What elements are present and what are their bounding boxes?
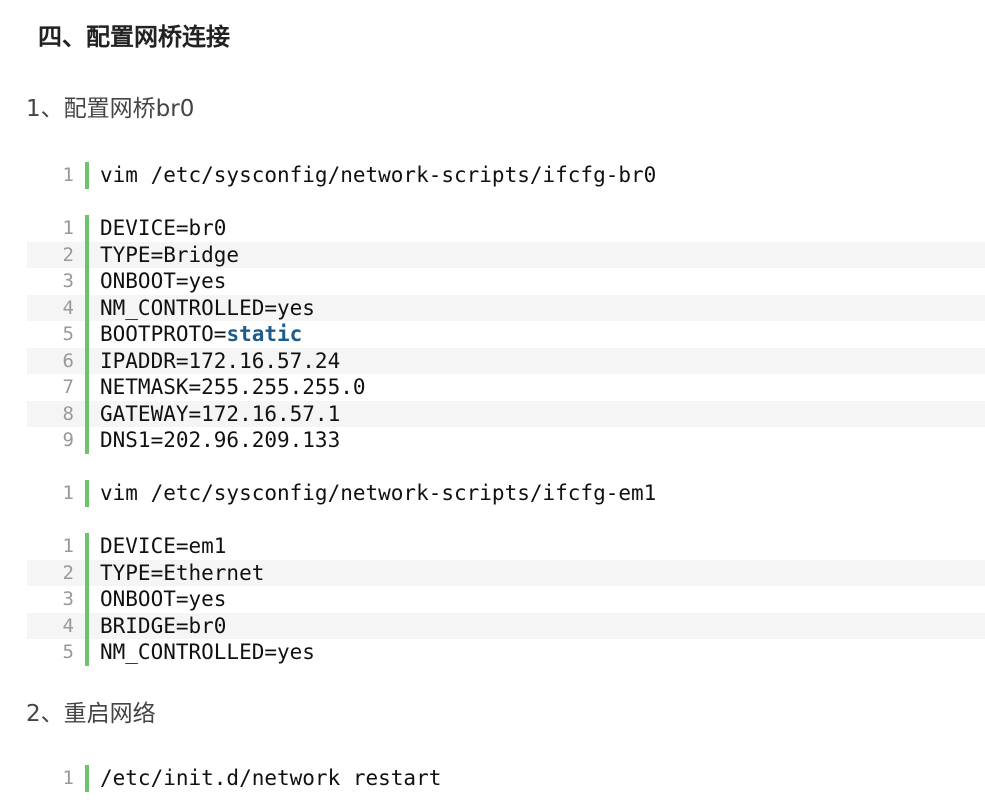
code-plain-text: NM_CONTROLLED=yes <box>100 295 315 320</box>
code-block-vim-br0: 1 vim /etc/sysconfig/network-scripts/ifcf… <box>27 162 985 189</box>
code-line: 9 DNS1=202.96.209.133 <box>27 427 985 454</box>
code-text: /etc/init.d/network restart <box>100 765 985 792</box>
code-text: GATEWAY=172.16.57.1 <box>100 401 985 428</box>
line-number: 1 <box>62 164 74 186</box>
code-plain-text: NETMASK=255.255.255.0 <box>100 375 366 399</box>
code-line: 7 NETMASK=255.255.255.0 <box>27 374 985 401</box>
code-block-vim-em1: 1 vim /etc/sysconfig/network-scripts/ifcf… <box>27 480 985 507</box>
line-number: 2 <box>62 243 74 266</box>
code-plain-text: NM_CONTROLLED=yes <box>100 640 315 664</box>
code-gutter-bar <box>85 374 89 401</box>
line-number: 4 <box>62 296 74 319</box>
line-number: 5 <box>62 323 74 345</box>
code-text: IPADDR=172.16.57.24 <box>100 348 985 375</box>
code-text: DNS1=202.96.209.133 <box>100 427 985 454</box>
line-number: 6 <box>62 349 74 372</box>
code-line: 3 ONBOOT=yes <box>27 586 985 613</box>
code-text: vim /etc/sysconfig/network-scripts/ifcfg… <box>100 162 985 189</box>
code-plain-text: ONBOOT=yes <box>100 269 227 293</box>
code-line: 3 ONBOOT=yes <box>27 268 985 295</box>
line-number: 5 <box>62 641 74 663</box>
code-plain-text: BOOTPROTO= <box>100 322 227 346</box>
code-gutter-bar <box>85 480 89 507</box>
code-plain-text: BRIDGE=br0 <box>100 613 227 638</box>
code-text: TYPE=Bridge <box>100 242 985 269</box>
code-line: 4 BRIDGE=br0 <box>27 612 985 640</box>
line-number: 7 <box>62 376 74 398</box>
code-gutter-bar <box>85 533 89 560</box>
code-gutter-bar <box>85 586 89 613</box>
line-number: 1 <box>62 535 74 557</box>
code-plain-text: DEVICE=br0 <box>100 216 227 240</box>
code-plain-text: TYPE=Ethernet <box>100 560 265 585</box>
code-gutter-bar <box>85 268 89 295</box>
code-gutter-bar <box>85 294 89 321</box>
code-gutter-bar <box>85 347 89 374</box>
code-plain-text: TYPE=Bridge <box>100 242 240 267</box>
code-line: 6 IPADDR=172.16.57.24 <box>27 347 985 375</box>
code-text: ONBOOT=yes <box>100 586 985 613</box>
code-keyword: static <box>226 322 303 346</box>
code-line: 2 TYPE=Ethernet <box>27 559 985 587</box>
code-text: NM_CONTROLLED=yes <box>100 295 985 322</box>
code-line: 5 NM_CONTROLLED=yes <box>27 639 985 666</box>
code-text: ONBOOT=yes <box>100 268 985 295</box>
line-number: 3 <box>62 270 74 292</box>
code-gutter-bar <box>85 765 89 792</box>
code-plain-text: /etc/init.d/network restart <box>100 766 442 790</box>
code-line: 2 TYPE=Bridge <box>27 241 985 269</box>
line-number: 9 <box>62 429 74 451</box>
code-gutter-bar <box>85 321 89 348</box>
line-number: 3 <box>62 588 74 610</box>
code-block-br0-config: 1 DEVICE=br0 2 TYPE=Bridge 3 ONBOOT=yes 4 NM_CO… <box>27 215 985 454</box>
code-text: DEVICE=em1 <box>100 533 985 560</box>
code-plain-text: ONBOOT=yes <box>100 587 227 611</box>
code-line: 5 BOOTPROTO=static <box>27 321 985 348</box>
code-line: 1 DEVICE=br0 <box>27 215 985 242</box>
code-line: 8 GATEWAY=172.16.57.1 <box>27 400 985 428</box>
line-number: 1 <box>62 767 74 789</box>
code-block-em1-config: 1 DEVICE=em1 2 TYPE=Ethernet 3 ONBOOT=yes 4 BRI… <box>27 533 985 666</box>
code-line: 1/etc/init.d/network restart <box>27 765 985 792</box>
line-number: 4 <box>62 614 74 637</box>
line-number: 8 <box>62 402 74 425</box>
code-text: NETMASK=255.255.255.0 <box>100 374 985 401</box>
code-block-restart: 1/etc/init.d/network restart <box>27 765 985 792</box>
code-text: NM_CONTROLLED=yes <box>100 639 985 666</box>
code-line: 1 vim /etc/sysconfig/network-scripts/ifcf… <box>27 162 985 189</box>
code-plain-text: IPADDR=172.16.57.24 <box>100 348 341 373</box>
code-text: BRIDGE=br0 <box>100 613 985 640</box>
line-number: 1 <box>62 482 74 504</box>
code-text: BOOTPROTO=static <box>100 321 985 348</box>
code-text: vim /etc/sysconfig/network-scripts/ifcfg… <box>100 480 985 507</box>
code-gutter-bar <box>85 162 89 189</box>
step-1-title: 1、配置网桥br0 <box>26 96 195 122</box>
code-gutter-bar <box>85 639 89 666</box>
code-gutter-bar <box>85 559 89 586</box>
code-plain-text: vim /etc/sysconfig/network-scripts/ifcfg… <box>100 163 657 187</box>
code-gutter-bar <box>85 427 89 454</box>
code-line: 1 DEVICE=em1 <box>27 533 985 560</box>
line-number: 2 <box>62 561 74 584</box>
code-plain-text: vim /etc/sysconfig/network-scripts/ifcfg… <box>100 481 657 505</box>
code-gutter-bar <box>85 612 89 639</box>
code-line: 4 NM_CONTROLLED=yes <box>27 294 985 322</box>
step-2-title: 2、重启网络 <box>26 701 156 727</box>
code-plain-text: DNS1=202.96.209.133 <box>100 428 341 452</box>
code-text: DEVICE=br0 <box>100 215 985 242</box>
code-text: TYPE=Ethernet <box>100 560 985 587</box>
code-gutter-bar <box>85 215 89 242</box>
line-number: 1 <box>62 217 74 239</box>
code-plain-text: DEVICE=em1 <box>100 534 227 558</box>
code-plain-text: GATEWAY=172.16.57.1 <box>100 401 341 426</box>
code-gutter-bar <box>85 400 89 427</box>
code-gutter-bar <box>85 241 89 268</box>
code-line: 1 vim /etc/sysconfig/network-scripts/ifcf… <box>27 480 985 507</box>
section-heading: 四、配置网桥连接 <box>38 23 230 51</box>
